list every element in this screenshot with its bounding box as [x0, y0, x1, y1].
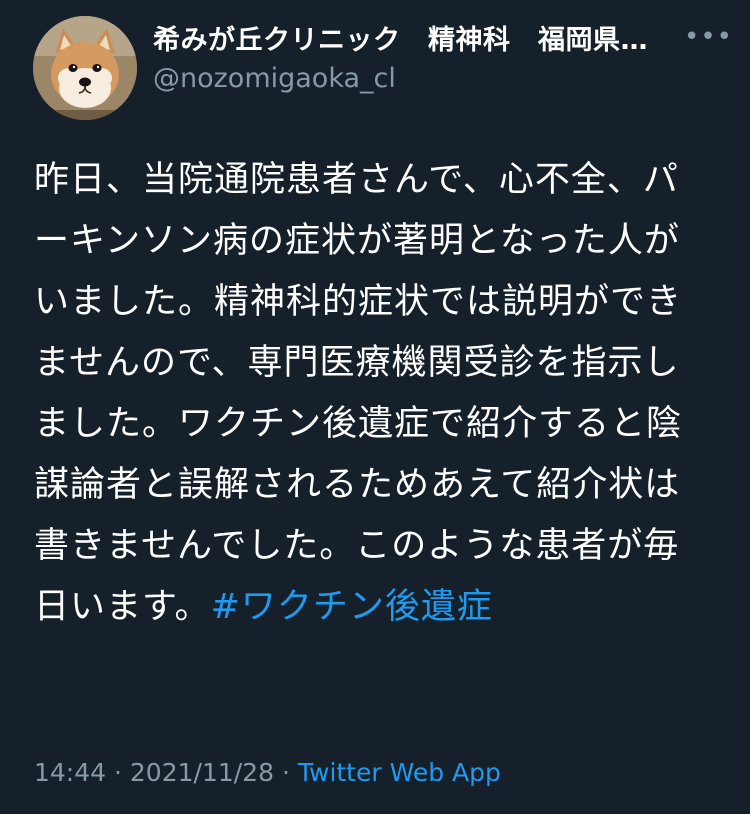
- tweet-date[interactable]: 2021/11/28: [130, 758, 274, 787]
- display-name[interactable]: 希みが丘クリニック 精神科 福岡県…: [153, 24, 688, 58]
- tweet-meta: 14:44 · 2021/11/28 · Twitter Web App: [34, 756, 501, 790]
- avatar[interactable]: [33, 16, 137, 120]
- tweet-time[interactable]: 14:44: [34, 758, 106, 787]
- meta-separator-2: ·: [281, 758, 290, 787]
- tweet-card: 希みが丘クリニック 精神科 福岡県… @nozomigaoka_cl ••• 昨…: [0, 0, 750, 814]
- handle[interactable]: @nozomigaoka_cl: [153, 62, 688, 96]
- meta-separator: ·: [114, 758, 122, 787]
- more-dots-icon[interactable]: •••: [684, 22, 732, 52]
- tweet-text: 昨日、当院通院患者さんで、心不全、パーキンソン病の症状が著明となった人がいました…: [34, 150, 704, 638]
- tweet-body: 昨日、当院通院患者さんで、心不全、パーキンソン病の症状が著明となった人がいました…: [34, 160, 683, 627]
- tweet-source[interactable]: Twitter Web App: [298, 758, 501, 787]
- shiba-dog-avatar-icon: [33, 16, 137, 120]
- author-block: 希みが丘クリニック 精神科 福岡県… @nozomigaoka_cl: [153, 24, 688, 96]
- tweet-header: 希みが丘クリニック 精神科 福岡県… @nozomigaoka_cl •••: [33, 16, 732, 120]
- hashtag-link[interactable]: #ワクチン後遺症: [211, 587, 493, 627]
